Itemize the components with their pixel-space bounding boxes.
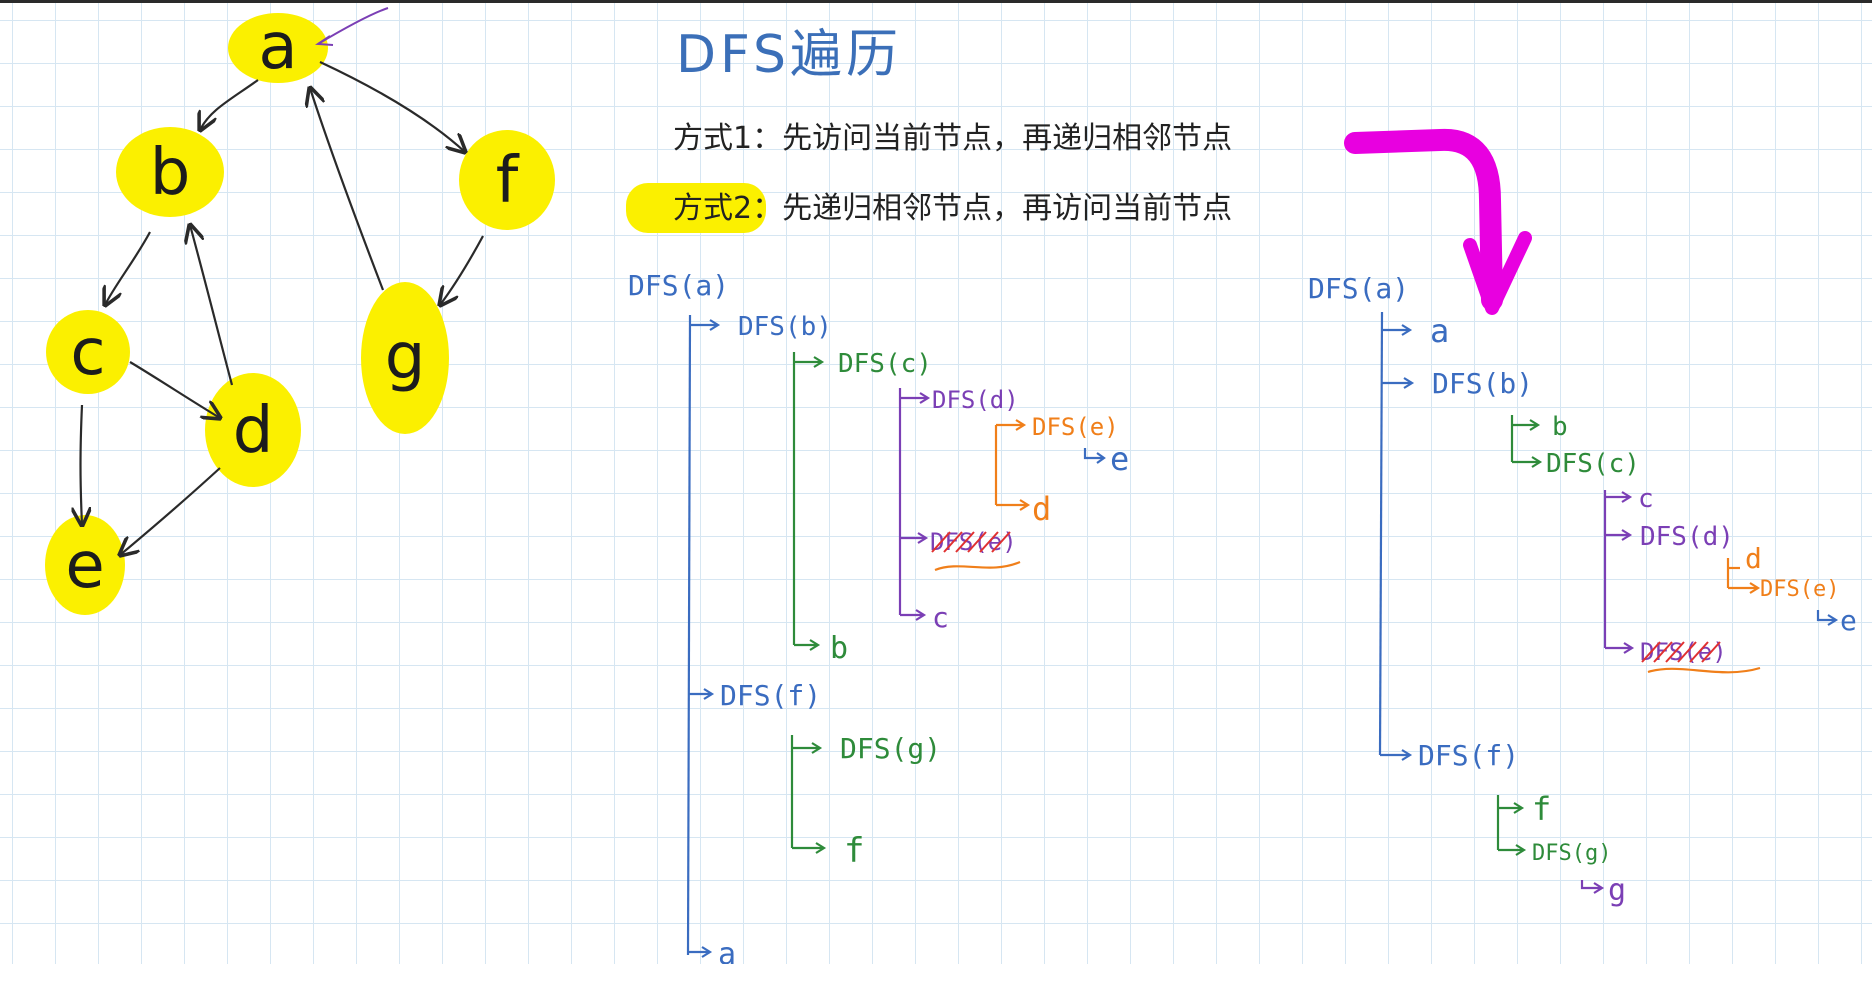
left-trace [686, 314, 1106, 958]
left-dfs-g: DFS(g) [840, 732, 941, 765]
right-visit-g: g [1608, 873, 1626, 908]
edge-g-a [310, 88, 385, 291]
edge-a-f [319, 61, 465, 152]
left-visit-d: d [1032, 490, 1051, 528]
left-visit-e: e [1110, 440, 1129, 478]
edge-d-b [190, 225, 234, 386]
left-visit-c: c [932, 601, 949, 634]
right-visit-b: b [1552, 412, 1568, 442]
edge-f-g [440, 235, 484, 305]
method-1-text: 方式1：先访问当前节点，再递归相邻节点 [673, 121, 1232, 156]
entry-arrow [317, 7, 389, 45]
left-visit-b: b [830, 631, 848, 666]
node-f: f [496, 144, 520, 218]
node-c: c [70, 316, 105, 390]
edge-d-e [120, 467, 221, 555]
right-dfs-g: DFS(g) [1532, 841, 1611, 866]
right-visit-e: e [1840, 604, 1857, 637]
method-2-text: 方式2：先递归相邻节点，再访问当前节点 [673, 191, 1232, 226]
right-dfs-d: DFS(d) [1640, 522, 1734, 552]
left-dfs-e: DFS(e) [1032, 413, 1119, 441]
left-dfs-c: DFS(c) [838, 349, 932, 379]
node-e: e [65, 529, 104, 603]
left-dfs-d: DFS(d) [932, 386, 1019, 414]
left-dfs-e-skipped: DFS(e) [930, 528, 1017, 556]
left-visit-f: f [844, 831, 864, 871]
right-visit-c: c [1638, 484, 1654, 514]
right-dfs-e-skipped: DFS(e) [1640, 638, 1727, 666]
node-b: b [150, 136, 191, 210]
right-visit-f: f [1532, 790, 1551, 828]
graph-diagram: a b f c g d e [45, 7, 555, 615]
left-trace-labels: DFS(a) DFS(b) DFS(c) DFS(d) DFS(e) e d D… [628, 269, 1129, 972]
node-highlights [45, 13, 555, 615]
left-root: DFS(a) [628, 269, 729, 302]
edge-c-e [81, 404, 83, 525]
right-visit-a: a [1430, 312, 1449, 350]
node-a: a [258, 10, 297, 84]
left-dfs-f: DFS(f) [720, 679, 821, 712]
node-d: d [233, 394, 274, 468]
right-dfs-c: DFS(c) [1546, 449, 1640, 479]
left-dfs-b: DFS(b) [738, 312, 832, 342]
page-title: DFS遍历 [676, 25, 902, 85]
edge-c-d [129, 361, 220, 418]
edge-a-b [200, 79, 259, 130]
right-trace-labels: DFS(a) a DFS(b) b DFS(c) c DFS(d) d DFS(… [1308, 272, 1857, 908]
right-dfs-b: DFS(b) [1432, 367, 1533, 400]
edge-b-c [105, 231, 151, 305]
right-visit-d: d [1745, 542, 1762, 575]
bottom-band [0, 964, 1872, 984]
right-root: DFS(a) [1308, 272, 1409, 305]
right-dfs-f: DFS(f) [1418, 739, 1519, 772]
whiteboard-canvas: a b f c g d e DFS遍历 方式1：先访问当前节点，再递归相邻节点 … [45, 7, 1857, 972]
right-dfs-e: DFS(e) [1760, 577, 1839, 602]
node-g: g [385, 320, 426, 394]
